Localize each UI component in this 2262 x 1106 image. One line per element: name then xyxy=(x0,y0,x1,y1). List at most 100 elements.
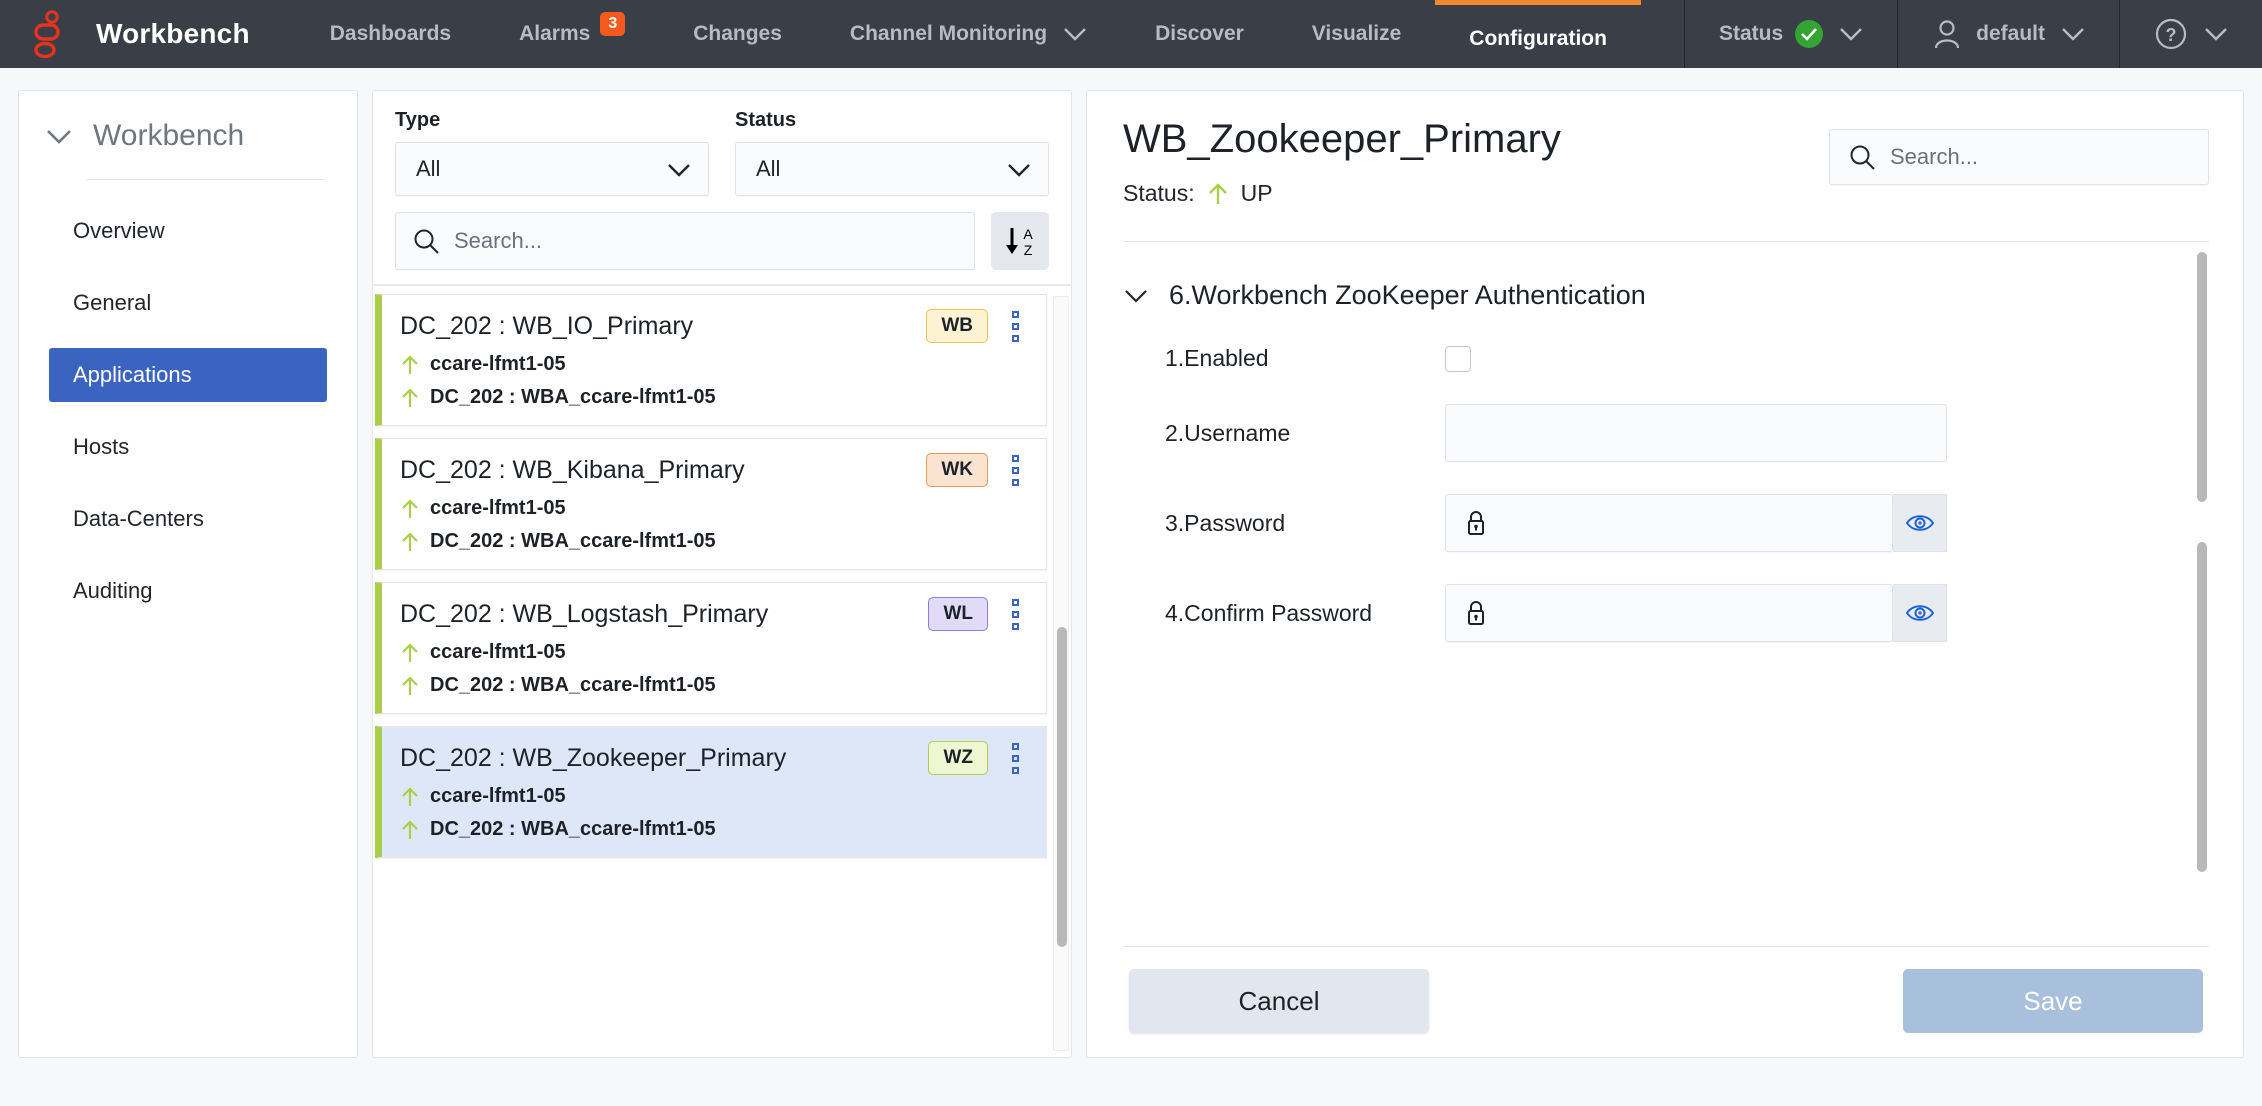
application-agent: DC_202 : WBA_ccare-lfmt1-05 xyxy=(430,674,716,696)
sidebar-item-auditing[interactable]: Auditing xyxy=(49,564,327,618)
type-filter-select[interactable]: All xyxy=(395,142,709,196)
field-enabled: 1.Enabled xyxy=(1123,345,2169,372)
sidebar-item-overview[interactable]: Overview xyxy=(49,204,327,258)
type-filter: Type All xyxy=(395,109,709,196)
status-filter-value: All xyxy=(756,156,781,181)
eye-icon[interactable] xyxy=(1893,494,1947,552)
nav-label: Visualize xyxy=(1311,22,1402,45)
sort-a-z-icon[interactable]: A Z xyxy=(991,212,1049,270)
sidebar-title-label: Workbench xyxy=(93,119,245,152)
sidebar-item-general[interactable]: General xyxy=(49,276,327,330)
sidebar-item-label: Overview xyxy=(73,218,165,243)
application-type-badge: WB xyxy=(926,309,988,343)
list-scrollbar[interactable] xyxy=(1053,296,1069,1051)
field-label: 3.Password xyxy=(1165,509,1286,536)
status-filter-label: Status xyxy=(735,109,797,131)
kebab-menu-icon[interactable] xyxy=(1002,310,1028,342)
application-agent: DC_202 : WBA_ccare-lfmt1-05 xyxy=(430,530,716,552)
field-label: 1.Enabled xyxy=(1165,345,1269,371)
chevron-down-icon xyxy=(1063,27,1087,41)
section-header-zookeeper-auth[interactable]: 6.Workbench ZooKeeper Authentication xyxy=(1123,280,2169,311)
nav-item-alarms[interactable]: Alarms 3 xyxy=(485,0,659,68)
username-input[interactable] xyxy=(1464,420,1928,446)
kebab-menu-icon[interactable] xyxy=(1002,742,1028,774)
confirm-password-input[interactable] xyxy=(1500,600,1874,626)
nav-label: Configuration xyxy=(1469,27,1607,50)
kebab-menu-icon[interactable] xyxy=(1002,454,1028,486)
sidebar-item-hosts[interactable]: Hosts xyxy=(49,420,327,474)
arrow-up-icon xyxy=(400,387,420,409)
chevron-down-icon xyxy=(2061,27,2085,41)
nav-item-changes[interactable]: Changes xyxy=(659,0,816,68)
sidebar-item-data-centers[interactable]: Data-Centers xyxy=(49,492,327,546)
password-input[interactable] xyxy=(1500,510,1874,536)
sidebar-item-label: General xyxy=(73,290,152,315)
confirm-password-field[interactable] xyxy=(1445,584,1893,642)
nav-label: Changes xyxy=(693,22,782,45)
application-type-badge: WZ xyxy=(928,741,988,775)
application-card[interactable]: DC_202 : WB_IO_Primary WB ccare-lfmt1-05 xyxy=(375,294,1047,426)
application-card[interactable]: DC_202 : WB_Kibana_Primary WK ccare-lfmt… xyxy=(375,438,1047,570)
user-avatar-icon xyxy=(1932,18,1962,50)
application-agent: DC_202 : WBA_ccare-lfmt1-05 xyxy=(430,818,716,840)
password-field[interactable] xyxy=(1445,494,1893,552)
section-title: 6.Workbench ZooKeeper Authentication xyxy=(1169,280,1646,310)
detail-search-box[interactable] xyxy=(1829,129,2209,185)
status-badge: UP xyxy=(1240,180,1273,206)
nav-item-channel-monitoring[interactable]: Channel Monitoring xyxy=(816,0,1121,68)
arrow-up-icon xyxy=(1207,181,1229,207)
page-title: WB_Zookeeper_Primary xyxy=(1123,117,1561,161)
nav-item-dashboards[interactable]: Dashboards xyxy=(296,0,485,68)
cancel-button[interactable]: Cancel xyxy=(1129,969,1429,1033)
nav-item-discover[interactable]: Discover xyxy=(1121,0,1278,68)
status-filter-select[interactable]: All xyxy=(735,142,1049,196)
nav-label: Discover xyxy=(1155,22,1244,45)
chain-logo-icon xyxy=(28,10,68,58)
field-username: 2.Username xyxy=(1123,404,2169,462)
status-menu[interactable]: Status xyxy=(1685,0,1897,68)
list-search-input[interactable] xyxy=(454,228,958,254)
app-logo[interactable] xyxy=(0,0,96,68)
application-card-title: DC_202 : WB_Zookeeper_Primary xyxy=(400,743,787,772)
nav-label: Dashboards xyxy=(329,22,452,45)
sidebar-item-label: Applications xyxy=(73,362,192,387)
list-filters: Type All Status All Search... A Z xyxy=(373,91,1071,284)
svg-text:Z: Z xyxy=(1024,242,1033,258)
save-button[interactable]: Save xyxy=(1903,969,2203,1033)
svg-text:A: A xyxy=(1023,226,1033,242)
help-menu[interactable]: ? xyxy=(2120,0,2262,68)
field-label: 2.Username xyxy=(1165,419,1291,446)
brand-title: Workbench xyxy=(96,18,250,49)
detail-header: WB_Zookeeper_Primary Status: UP xyxy=(1123,117,2209,207)
status-row: Status: UP xyxy=(1123,180,1829,207)
page-body: Workbench Overview General Applications … xyxy=(0,68,2262,1106)
application-host: ccare-lfmt1-05 xyxy=(430,641,566,663)
user-menu[interactable]: default xyxy=(1898,0,2119,68)
arrow-up-icon xyxy=(400,498,420,520)
application-detail-panel: WB_Zookeeper_Primary Status: UP Search..… xyxy=(1086,90,2244,1058)
status-label: Status: xyxy=(1123,180,1195,206)
kebab-menu-icon[interactable] xyxy=(1002,598,1028,630)
username-field[interactable] xyxy=(1445,404,1947,462)
enabled-checkbox[interactable] xyxy=(1445,345,1471,372)
form-scrollbar[interactable] xyxy=(2195,252,2209,936)
sidebar-item-applications[interactable]: Applications xyxy=(49,348,327,402)
sidebar-item-label: Hosts xyxy=(73,434,130,459)
field-confirm-password: 4.Confirm Password xyxy=(1123,584,2169,642)
svg-text:?: ? xyxy=(2166,25,2177,45)
arrow-up-icon xyxy=(400,354,420,376)
nav-item-configuration[interactable]: Configuration xyxy=(1435,0,1641,68)
search-icon xyxy=(1848,143,1876,171)
application-card-selected[interactable]: DC_202 : WB_Zookeeper_Primary WZ ccare-l… xyxy=(375,726,1047,858)
sidebar-header[interactable]: Workbench xyxy=(19,119,357,153)
application-card[interactable]: DC_202 : WB_Logstash_Primary WL ccare-lf… xyxy=(375,582,1047,714)
eye-icon[interactable] xyxy=(1893,584,1947,642)
application-type-badge: WK xyxy=(926,453,988,487)
lock-icon xyxy=(1464,599,1488,627)
list-search-box[interactable] xyxy=(395,212,975,270)
nav-item-visualize[interactable]: Visualize xyxy=(1278,0,1436,68)
detail-footer: Cancel Save xyxy=(1123,946,2209,1057)
application-list-panel: Type All Status All Search... A Z DC_202… xyxy=(372,90,1072,1058)
detail-search-input[interactable] xyxy=(1890,144,2190,170)
status-filter: Status All xyxy=(735,109,1049,196)
